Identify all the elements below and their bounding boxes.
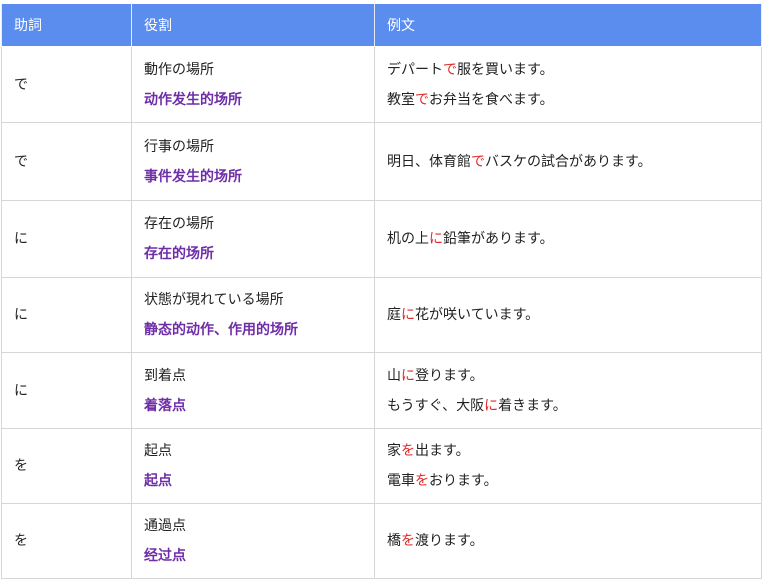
table-row: に 状態が現れている場所 静态的动作、作用的场所 庭に花が咲いています。: [1, 277, 762, 353]
role-chinese: 静态的动作、作用的场所: [144, 322, 298, 338]
particle-cell: に: [1, 277, 132, 353]
particle-highlight: を: [415, 473, 429, 489]
particle-highlight: で: [415, 91, 429, 108]
example-text: デパート: [387, 61, 443, 78]
example-sentence: 庭に花が咲いています。: [387, 300, 749, 330]
role-cell: 動作の場所 动作发生的场所: [131, 46, 375, 123]
particle-highlight: に: [484, 397, 499, 414]
example-cell: 明日、体育館でバスケの試合があります。: [374, 122, 762, 201]
example-text: 電車: [387, 473, 415, 489]
example-cell: 山に登ります。 もうすぐ、大阪に着きます。: [374, 352, 762, 429]
example-text: 渡ります。: [415, 533, 484, 549]
role-japanese: 通過点: [144, 518, 186, 534]
example-text: 家: [387, 443, 401, 459]
particle-cell: に: [1, 200, 132, 278]
particle-table: 助詞 役割 例文 で 動作の場所 动作发生的场所 デパートで服を買います。 教室…: [1, 3, 762, 579]
example-sentence: もうすぐ、大阪に着きます。: [387, 391, 749, 421]
example-text: 着きます。: [498, 397, 567, 414]
role-cell: 起点 起点: [131, 428, 375, 504]
particle-highlight: を: [401, 443, 415, 459]
role-japanese: 存在の場所: [144, 216, 214, 232]
example-cell: 庭に花が咲いています。: [374, 277, 762, 353]
example-cell: デパートで服を買います。 教室でお弁当を食べます。: [374, 46, 762, 123]
particle-highlight: に: [401, 307, 415, 323]
role-chinese: 经过点: [144, 548, 186, 564]
table-row: に 到着点 着落点 山に登ります。 もうすぐ、大阪に着きます。: [1, 352, 762, 429]
particle-cell: で: [1, 46, 132, 123]
role-chinese: 着落点: [144, 397, 186, 414]
example-text: 教室: [387, 91, 415, 108]
example-text: 服を買います。: [457, 61, 554, 78]
particle-highlight: で: [471, 153, 485, 170]
table-row: で 動作の場所 动作发生的场所 デパートで服を買います。 教室でお弁当を食べます…: [1, 46, 762, 123]
example-sentence: 明日、体育館でバスケの試合があります。: [387, 147, 749, 177]
example-text: おります。: [429, 473, 498, 489]
example-text: 登ります。: [415, 367, 484, 384]
example-text: 明日、体育館: [387, 153, 471, 170]
role-japanese: 行事の場所: [144, 138, 214, 155]
particle-highlight: に: [429, 231, 443, 247]
table-row: に 存在の場所 存在的场所 机の上に鉛筆があります。: [1, 200, 762, 278]
table-header-row: 助詞 役割 例文: [1, 3, 762, 47]
header-role: 役割: [131, 3, 375, 47]
role-japanese: 起点: [144, 443, 172, 459]
role-japanese: 到着点: [144, 367, 186, 384]
role-cell: 到着点 着落点: [131, 352, 375, 429]
example-text: 庭: [387, 307, 401, 323]
header-particle: 助詞: [1, 3, 132, 47]
particle-cell: で: [1, 122, 132, 201]
role-cell: 状態が現れている場所 静态的动作、作用的场所: [131, 277, 375, 353]
role-chinese: 存在的场所: [144, 246, 214, 262]
particle-highlight: で: [443, 61, 457, 78]
example-text: 鉛筆があります。: [443, 231, 554, 247]
example-sentence: 山に登ります。: [387, 361, 749, 391]
table-row: を 起点 起点 家を出ます。 電車をおります。: [1, 428, 762, 504]
role-japanese: 状態が現れている場所: [144, 292, 284, 308]
example-sentence: 教室でお弁当を食べます。: [387, 85, 749, 115]
role-chinese: 事件发生的场所: [144, 168, 242, 185]
example-sentence: デパートで服を買います。: [387, 55, 749, 85]
particle-highlight: に: [401, 367, 415, 384]
table-row: を 通過点 经过点 橋を渡ります。: [1, 503, 762, 579]
role-chinese: 起点: [144, 473, 172, 489]
example-text: 花が咲いています。: [415, 307, 540, 323]
example-text: 出ます。: [415, 443, 470, 459]
example-sentence: 橋を渡ります。: [387, 526, 749, 556]
role-cell: 存在の場所 存在的场所: [131, 200, 375, 278]
particle-cell: を: [1, 503, 132, 579]
table-row: で 行事の場所 事件发生的场所 明日、体育館でバスケの試合があります。: [1, 122, 762, 201]
header-example: 例文: [374, 3, 762, 47]
example-text: お弁当を食べます。: [429, 91, 554, 108]
example-text: バスケの試合があります。: [485, 153, 652, 170]
role-chinese: 动作发生的场所: [144, 91, 242, 108]
role-cell: 通過点 经过点: [131, 503, 375, 579]
example-cell: 橋を渡ります。: [374, 503, 762, 579]
example-cell: 家を出ます。 電車をおります。: [374, 428, 762, 504]
particle-cell: に: [1, 352, 132, 429]
example-sentence: 家を出ます。: [387, 436, 749, 466]
role-japanese: 動作の場所: [144, 61, 214, 78]
example-cell: 机の上に鉛筆があります。: [374, 200, 762, 278]
particle-cell: を: [1, 428, 132, 504]
particle-highlight: を: [401, 533, 415, 549]
example-sentence: 電車をおります。: [387, 466, 749, 496]
example-text: 机の上: [387, 231, 429, 247]
example-sentence: 机の上に鉛筆があります。: [387, 224, 749, 254]
example-text: 山: [387, 367, 401, 384]
example-text: もうすぐ、大阪: [387, 397, 485, 414]
role-cell: 行事の場所 事件发生的场所: [131, 122, 375, 201]
example-text: 橋: [387, 533, 401, 549]
